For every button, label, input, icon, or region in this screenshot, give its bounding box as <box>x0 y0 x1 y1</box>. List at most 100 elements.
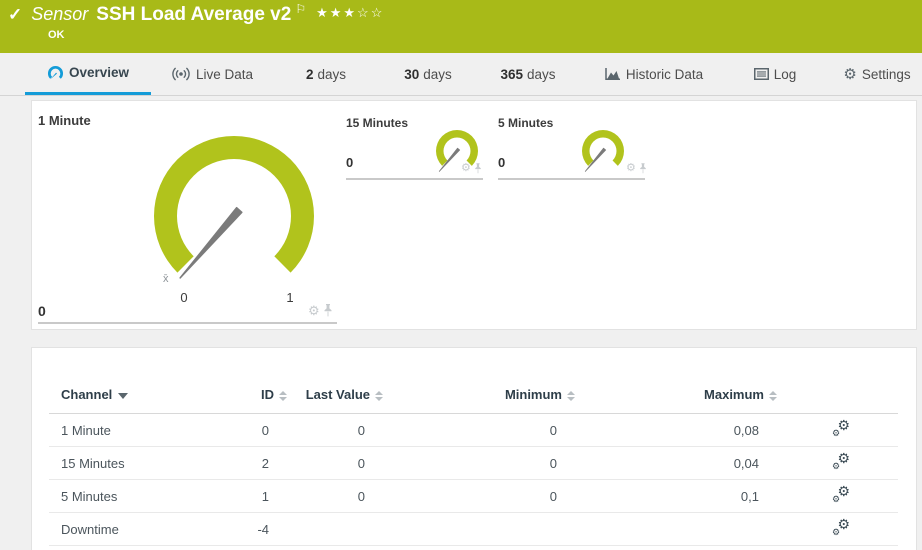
column-header-minimum[interactable]: Minimum <box>383 376 575 414</box>
edit-channel-icon[interactable]: ⚙ ⚙ <box>832 418 850 438</box>
average-marker: x̄ <box>163 273 169 285</box>
gauge-icon <box>47 65 64 81</box>
edit-channel-icon[interactable]: ⚙ ⚙ <box>832 517 850 537</box>
channel-id: -4 <box>189 512 287 546</box>
sort-desc-icon <box>118 392 129 399</box>
gauge-scale-max: 1 <box>286 290 294 305</box>
sort-icon <box>769 390 777 401</box>
sort-icon <box>279 390 287 401</box>
gauge-chart-1-minute <box>154 136 315 279</box>
gauge-last-value: 0 <box>498 155 506 170</box>
gauge-last-value: 0 <box>38 303 46 319</box>
tab-label: Overview <box>68 65 130 80</box>
table-row[interactable]: 15 Minutes 2 0 0 0,04 ⚙ ⚙ <box>49 446 898 480</box>
edit-channel-icon[interactable]: ⚙ ⚙ <box>832 451 850 471</box>
column-header-channel[interactable]: Channel <box>49 376 189 414</box>
channel-maximum <box>575 512 777 546</box>
tab-label: Settings <box>861 66 911 82</box>
gauges-panel: 1 Minute x̄ 0 1 0 ⚙ 15 Minutes 0 ⚙ 5 Min… <box>31 100 917 330</box>
channel-minimum: 0 <box>383 413 575 447</box>
tab-label: days <box>527 66 556 82</box>
tab-30-days[interactable]: 30 days <box>397 53 459 95</box>
gauge-title: 15 Minutes <box>346 116 409 130</box>
tab-log[interactable]: Log <box>746 53 804 95</box>
gauge-last-value: 0 <box>346 155 354 170</box>
channel-name: Downtime <box>49 512 189 546</box>
gauge-needle <box>179 206 243 279</box>
channel-maximum: 0,08 <box>575 413 777 447</box>
channel-last-value <box>287 512 383 546</box>
channels-table: Channel ID Last Value Minimum Maximum 1 … <box>49 376 898 546</box>
gauge-scale-min: 0 <box>180 290 188 305</box>
divider <box>346 178 483 180</box>
divider <box>498 178 645 180</box>
channel-last-value: 0 <box>287 479 383 513</box>
column-label: ID <box>261 387 274 402</box>
gauge-chart-5-minutes <box>582 130 624 172</box>
channel-minimum: 0 <box>383 446 575 480</box>
table-row[interactable]: Downtime -4 ⚙ ⚙ <box>49 512 898 546</box>
channel-name: 15 Minutes <box>49 446 189 480</box>
table-row[interactable]: 5 Minutes 1 0 0 0,1 ⚙ ⚙ <box>49 479 898 513</box>
tab-number: 2 <box>305 66 314 82</box>
pin-icon[interactable] <box>323 304 333 317</box>
table-row[interactable]: 1 Minute 0 0 0 0,08 ⚙ ⚙ <box>49 413 898 447</box>
tab-bar: Overview Live Data 2 days 30 days 365 da… <box>0 53 922 96</box>
column-label: Maximum <box>704 387 764 402</box>
tab-number: 30 <box>404 66 420 82</box>
channel-name: 1 Minute <box>49 413 189 447</box>
column-header-last-value[interactable]: Last Value <box>287 376 383 414</box>
channel-name: 5 Minutes <box>49 479 189 513</box>
sort-icon <box>375 390 383 401</box>
column-label: Minimum <box>504 387 562 402</box>
log-icon <box>753 68 769 80</box>
tab-label: days <box>423 66 452 82</box>
column-header-edit <box>777 376 898 414</box>
gauge-title: 1 Minute <box>38 113 91 128</box>
column-label: Last Value <box>305 387 370 402</box>
tab-2-days[interactable]: 2 days <box>293 53 359 95</box>
status-check-icon: ✓ <box>8 5 23 24</box>
channel-last-value: 0 <box>287 413 383 447</box>
channel-id: 2 <box>189 446 287 480</box>
tab-historic-data[interactable]: Historic Data <box>598 53 710 95</box>
edit-channel-icon[interactable]: ⚙ ⚙ <box>832 484 850 504</box>
channel-maximum: 0,1 <box>575 479 777 513</box>
gear-icon[interactable]: ⚙ <box>308 304 320 317</box>
gauge-title: 5 Minutes <box>498 116 554 130</box>
pin-icon[interactable] <box>639 163 647 174</box>
prtg-sensor-page: ✓ Sensor SSH Load Average v2 ⚐ ★★★☆☆ OK … <box>0 0 922 550</box>
tab-label: Live Data <box>195 66 254 82</box>
tab-label: days <box>317 66 347 82</box>
sort-icon <box>567 390 575 401</box>
sensor-status-bar: ✓ Sensor SSH Load Average v2 ⚐ ★★★☆☆ OK <box>0 0 922 53</box>
gear-icon: ⚙ <box>843 65 857 83</box>
page-title: SSH Load Average v2 <box>96 4 292 25</box>
channel-minimum <box>383 512 575 546</box>
channels-panel: Channel ID Last Value Minimum Maximum 1 … <box>31 347 917 550</box>
divider <box>38 322 337 324</box>
tab-overview[interactable]: Overview <box>25 53 151 95</box>
channel-last-value: 0 <box>287 446 383 480</box>
tab-settings[interactable]: ⚙ Settings <box>832 53 922 95</box>
area-chart-icon <box>605 67 621 81</box>
priority-star-rating[interactable]: ★★★☆☆ <box>316 5 384 21</box>
tab-live-data[interactable]: Live Data <box>163 53 261 95</box>
gear-icon[interactable]: ⚙ <box>461 163 471 174</box>
status-badge: OK <box>48 29 65 41</box>
broadcast-icon <box>171 67 191 81</box>
tab-label: Historic Data <box>625 66 704 82</box>
channel-maximum: 0,04 <box>575 446 777 480</box>
column-header-id[interactable]: ID <box>189 376 287 414</box>
sensor-kind-label: Sensor <box>31 4 89 24</box>
channel-id: 1 <box>189 479 287 513</box>
channel-minimum: 0 <box>383 479 575 513</box>
tab-365-days[interactable]: 365 days <box>491 53 565 95</box>
gear-icon[interactable]: ⚙ <box>626 163 636 174</box>
pin-icon[interactable] <box>474 163 482 174</box>
channel-id: 0 <box>189 413 287 447</box>
tab-label: Log <box>773 66 797 82</box>
column-label: Channel <box>61 387 113 402</box>
column-header-maximum[interactable]: Maximum <box>575 376 777 414</box>
priority-flag-icon[interactable]: ⚐ <box>295 2 306 16</box>
